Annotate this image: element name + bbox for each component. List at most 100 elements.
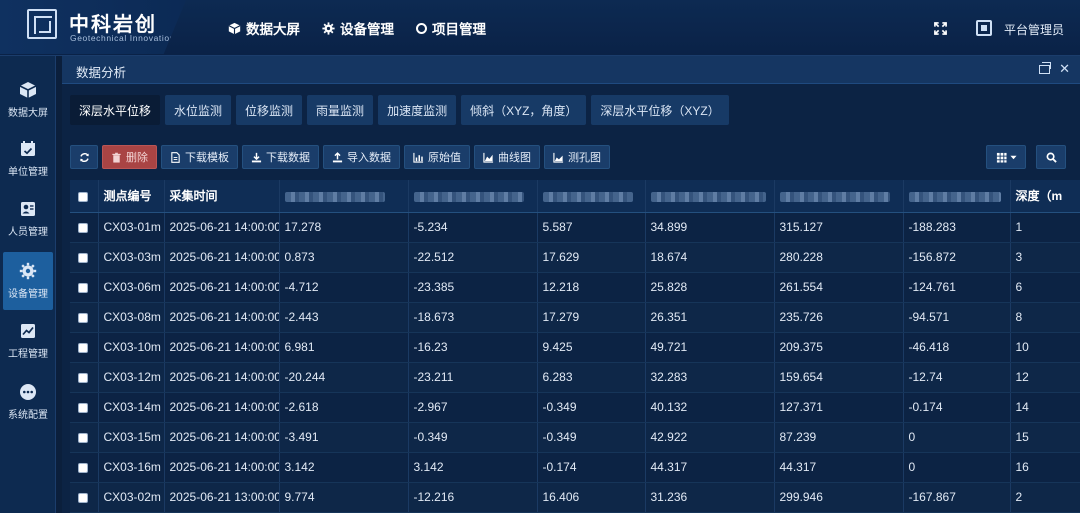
sidebar-item-units[interactable]: 单位管理 (3, 130, 53, 188)
table-cell: 6.283 (537, 362, 646, 393)
row-checkbox[interactable] (78, 252, 88, 263)
table-cell: 2025-06-21 14:00:00 (164, 272, 280, 303)
tab-water-level[interactable]: 水位监测 (165, 95, 232, 125)
table-cell: 315.127 (774, 212, 904, 243)
refresh-button[interactable] (70, 145, 98, 169)
row-checkbox[interactable] (78, 222, 88, 233)
raw-values-button[interactable]: 原始值 (404, 145, 470, 169)
table-cell: CX03-15m (98, 422, 165, 453)
table-cell: 14 (1010, 392, 1080, 423)
table-cell: -2.618 (279, 392, 409, 423)
row-checkbox[interactable] (78, 432, 88, 443)
table-row[interactable]: CX03-01m 2025-06-21 14:00:00 17.278 -5.234 5… (70, 212, 1080, 243)
area-chart-icon (553, 152, 564, 163)
column-header[interactable]: 采集时间 (164, 180, 280, 213)
row-checkbox[interactable] (78, 462, 88, 473)
table-row[interactable]: CX03-15m 2025-06-21 14:00:00 -3.491 -0.349-… (70, 422, 1080, 453)
column-header[interactable]: 深度（m (1010, 180, 1080, 213)
columns-toggle-button[interactable] (986, 145, 1026, 169)
nav-label: 数据大屏 (246, 22, 300, 37)
download-data-label: 下载数据 (266, 152, 310, 164)
row-checkbox[interactable] (78, 402, 88, 413)
restore-window-icon[interactable] (1039, 62, 1051, 74)
sidebar-item-staff[interactable]: 人员管理 (3, 190, 53, 248)
table-row[interactable]: CX03-16m 2025-06-21 14:00:00 3.142 3.142 -0.… (70, 452, 1080, 483)
logo-mark-icon (27, 9, 57, 39)
blurred-text (284, 191, 385, 202)
table-row[interactable]: CX03-10m 2025-06-21 14:00:00 6.981 -16.23 9.… (70, 332, 1080, 363)
table-cell: 235.726 (774, 302, 904, 333)
table-cell: 2025-06-21 14:00:00 (164, 212, 280, 243)
tab-displacement[interactable]: 位移监测 (236, 95, 303, 125)
tab-acceleration[interactable]: 加速度监测 (378, 95, 457, 125)
table-row[interactable]: CX03-06m 2025-06-21 14:00:00 -4.712 -23.385… (70, 272, 1080, 303)
tab-deep-horizontal-displacement-xyz[interactable]: 深层水平位移（XYZ） (591, 95, 729, 125)
admin-icon[interactable] (976, 20, 992, 36)
borehole-chart-button[interactable]: 测孔图 (544, 145, 610, 169)
table-cell: -2.443 (279, 302, 409, 333)
fullscreen-icon[interactable] (934, 22, 947, 35)
row-checkbox[interactable] (78, 282, 88, 293)
nav-item-devices[interactable]: 设备管理 (322, 18, 394, 38)
table-cell: 0 (903, 422, 1011, 453)
tab-deep-horizontal-displacement[interactable]: 深层水平位移 (70, 95, 161, 125)
table-cell: -188.283 (903, 212, 1011, 243)
panel-title: 数据分析 (76, 66, 127, 80)
search-button[interactable] (1036, 145, 1066, 169)
table-row[interactable]: CX03-08m 2025-06-21 14:00:00 -2.443 -18.673… (70, 302, 1080, 333)
table-cell: 17.629 (537, 242, 646, 273)
data-table: 测点编号 采集时间 深度（m CX03-01m 2025-06-21 14:00:… (70, 180, 1080, 513)
sidebar-item-settings[interactable]: 系统配置 (3, 373, 53, 431)
sidebar-item-devices[interactable]: 设备管理 (3, 252, 53, 310)
table-cell: -0.174 (903, 392, 1011, 423)
table-cell: -20.244 (279, 362, 409, 393)
column-header-obscured[interactable] (537, 180, 646, 213)
table-row[interactable]: CX03-03m 2025-06-21 14:00:00 0.873 -22.512 1… (70, 242, 1080, 273)
logo[interactable]: 中科岩创 Geotechnical Innovation (0, 0, 186, 54)
tab-tilt-xyz[interactable]: 倾斜（XYZ，角度） (461, 95, 587, 125)
column-header-obscured[interactable] (645, 180, 775, 213)
row-checkbox[interactable] (78, 312, 88, 323)
sidebar-item-label: 人员管理 (8, 227, 48, 238)
row-checkbox[interactable] (78, 372, 88, 383)
table-row[interactable]: CX03-14m 2025-06-21 14:00:00 -2.618 -2.967-… (70, 392, 1080, 423)
column-header-obscured[interactable] (774, 180, 904, 213)
curve-chart-label: 曲线图 (498, 152, 531, 164)
curve-chart-button[interactable]: 曲线图 (474, 145, 540, 169)
table-cell: CX03-12m (98, 362, 165, 393)
table-row[interactable]: CX03-12m 2025-06-21 14:00:00 -20.244 -23.21… (70, 362, 1080, 393)
delete-button[interactable]: 删除 (102, 145, 157, 169)
close-icon[interactable]: ✕ (1059, 61, 1070, 77)
nav-item-dashboard[interactable]: 数据大屏 (228, 18, 300, 38)
table-cell: 2025-06-21 14:00:00 (164, 242, 280, 273)
select-all-checkbox[interactable] (78, 191, 88, 202)
blurred-text (542, 191, 633, 202)
download-template-button[interactable]: 下载模板 (161, 145, 238, 169)
import-data-button[interactable]: 导入数据 (323, 145, 400, 169)
sidebar-item-engineering[interactable]: 工程管理 (3, 312, 53, 370)
table-body: CX03-01m 2025-06-21 14:00:00 17.278 -5.234 5… (70, 212, 1080, 513)
tab-rainfall[interactable]: 雨量监测 (307, 95, 374, 125)
column-header-obscured[interactable] (279, 180, 409, 213)
nav-item-projects[interactable]: 项目管理 (416, 18, 486, 38)
table-cell: 0.873 (279, 242, 409, 273)
table-cell: 5.587 (537, 212, 646, 243)
table-cell: CX03-03m (98, 242, 165, 273)
table-cell: 40.132 (645, 392, 775, 423)
table-cell: 9.774 (279, 482, 409, 513)
table-cell: -124.761 (903, 272, 1011, 303)
borehole-chart-label: 测孔图 (568, 152, 601, 164)
table-cell: 2025-06-21 14:00:00 (164, 332, 280, 363)
row-checkbox[interactable] (78, 342, 88, 353)
table-cell: 127.371 (774, 392, 904, 423)
user-label[interactable]: 平台管理员 (1004, 21, 1064, 38)
column-header[interactable]: 测点编号 (98, 180, 165, 213)
table-row[interactable]: CX03-02m 2025-06-21 13:00:00 9.774 -12.216 1… (70, 482, 1080, 513)
sidebar-item-dashboard[interactable]: 数据大屏 (3, 71, 53, 129)
column-header-obscured[interactable] (408, 180, 538, 213)
column-header-obscured[interactable] (903, 180, 1011, 213)
gear-icon (19, 262, 37, 280)
download-data-button[interactable]: 下载数据 (242, 145, 319, 169)
row-checkbox[interactable] (78, 492, 88, 503)
calendar-icon (21, 141, 35, 156)
